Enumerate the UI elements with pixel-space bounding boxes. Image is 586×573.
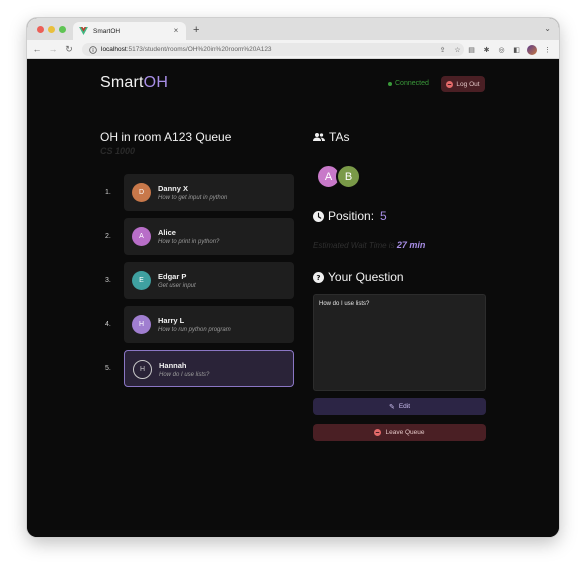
avatar: E	[132, 271, 151, 290]
queue-position-number: 2.	[105, 233, 111, 240]
queue-card[interactable]: E Edgar P Get user input	[124, 262, 294, 299]
connection-status: Connected	[388, 80, 429, 87]
student-topic: How to get input in python	[158, 195, 228, 201]
tab-close-icon[interactable]: ×	[172, 27, 180, 35]
question-textarea[interactable]	[313, 294, 486, 391]
share-icon[interactable]: ⇪	[438, 44, 447, 55]
queue-row: 1. D Danny X How to get input in python	[105, 174, 297, 218]
close-window-button[interactable]	[37, 26, 44, 33]
reader-mode-icon[interactable]: ▤	[467, 44, 476, 55]
queue-position-number: 4.	[105, 321, 111, 328]
queue-card[interactable]: D Danny X How to get input in python	[124, 174, 294, 211]
app-page: SmartOH Connected Log Out OH in room A12…	[27, 60, 559, 537]
course-label: CS 1000	[100, 146, 136, 156]
question-circle-icon: ?	[313, 271, 324, 283]
pencil-icon: ✎	[388, 403, 395, 411]
site-info-icon[interactable]	[89, 45, 97, 54]
reload-icon[interactable]: ↻	[63, 43, 75, 55]
logout-button[interactable]: Log Out	[441, 76, 485, 92]
profile-avatar[interactable]	[527, 44, 537, 55]
browser-tab[interactable]: SmartOH ×	[73, 22, 186, 40]
student-name: Alice	[158, 228, 176, 237]
queue-card[interactable]: H Hannah How do I use lists?	[124, 350, 294, 387]
tab-title: SmartOH	[93, 27, 121, 35]
tas-heading: TAs	[313, 130, 349, 144]
media-icon[interactable]: ◎	[497, 44, 506, 55]
avatar: D	[132, 183, 151, 202]
position-indicator: Position: 5	[313, 209, 387, 223]
new-tab-icon[interactable]: +	[193, 23, 199, 37]
back-arrow-icon[interactable]: ←	[31, 43, 43, 55]
clock-icon	[313, 210, 324, 222]
leave-icon	[374, 429, 382, 436]
student-name: Hannah	[159, 361, 187, 370]
student-name: Danny X	[158, 184, 189, 193]
address-bar[interactable]: localhost:5173/student/rooms/OH%20in%20r…	[82, 43, 464, 56]
ta-avatar-group: AB	[316, 164, 361, 189]
maximize-window-button[interactable]	[59, 26, 66, 33]
users-icon	[313, 133, 325, 141]
queue-card[interactable]: H Harry L How to run python program	[124, 306, 294, 343]
queue-row: 3. E Edgar P Get user input	[105, 262, 297, 306]
side-panel-icon[interactable]: ◧	[512, 44, 521, 55]
queue-position-number: 3.	[105, 277, 111, 284]
logout-icon	[446, 80, 454, 88]
queue-card[interactable]: A Alice How to print in python?	[124, 218, 294, 255]
star-icon[interactable]: ☆	[453, 44, 462, 55]
queue-row: 4. H Harry L How to run python program	[105, 306, 297, 350]
svg-text:?: ?	[316, 272, 320, 281]
queue-position-number: 5.	[105, 365, 111, 372]
student-name: Edgar P	[158, 272, 187, 281]
room-title: OH in room A123 Queue	[100, 130, 232, 144]
student-name: Harry L	[158, 316, 185, 325]
queue-row: 5. H Hannah How do I use lists?	[105, 350, 297, 394]
queue-row: 2. A Alice How to print in python?	[105, 218, 297, 262]
student-topic: Get user input	[158, 283, 196, 289]
estimated-wait: Estimated Wait Time is 27 min	[313, 240, 426, 250]
avatar: H	[132, 315, 151, 334]
student-topic: How to print in python?	[158, 239, 220, 245]
ta-avatar: B	[336, 164, 361, 189]
queue-list: 1. D Danny X How to get input in python 2. A A…	[105, 174, 297, 394]
forward-arrow-icon[interactable]: →	[47, 43, 59, 55]
browser-toolbar: ← → ↻ localhost:5173/student/rooms/OH%20…	[27, 40, 559, 59]
tab-strip: SmartOH × + ⌄	[27, 18, 559, 40]
status-dot-icon	[388, 81, 392, 86]
browser-menu-icon[interactable]: ⋮	[543, 44, 552, 55]
minimize-window-button[interactable]	[48, 26, 55, 33]
avatar: A	[132, 227, 151, 246]
vue-favicon-icon	[79, 27, 88, 36]
extensions-icon[interactable]: ✱	[482, 44, 491, 55]
queue-position-number: 1.	[105, 189, 111, 196]
avatar: H	[133, 360, 152, 379]
edit-question-button[interactable]: ✎ Edit	[313, 398, 486, 415]
student-topic: How to run python program	[158, 327, 231, 333]
leave-queue-button[interactable]: Leave Queue	[313, 424, 486, 441]
brand-logo[interactable]: SmartOH	[100, 74, 168, 92]
browser-window: SmartOH × + ⌄ ← → ↻ localhost:5173/stude…	[27, 18, 559, 537]
student-topic: How do I use lists?	[159, 372, 210, 378]
your-question-heading: ? Your Question	[313, 270, 404, 284]
chevron-down-icon[interactable]: ⌄	[544, 24, 551, 33]
url-text: localhost:5173/student/rooms/OH%20in%20r…	[101, 46, 272, 53]
